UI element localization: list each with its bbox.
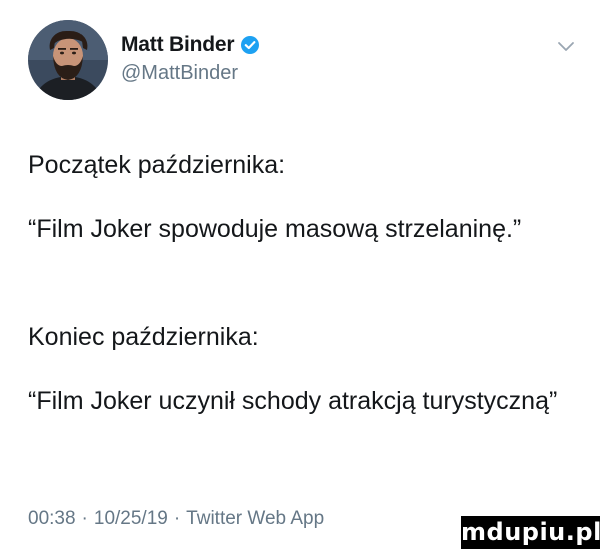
author-handle[interactable]: @MattBinder (121, 62, 238, 85)
meta-separator: · (173, 508, 181, 529)
author-name-row[interactable]: Matt Binder (121, 32, 260, 58)
tweet-date[interactable]: 10/25/19 (94, 508, 168, 529)
avatar-image (28, 20, 108, 100)
tweet-card: Matt Binder @MattBinder Początek paździe… (0, 0, 600, 549)
tweet-time[interactable]: 00:38 (28, 508, 76, 529)
meta-separator: · (81, 508, 88, 529)
author-display-name[interactable]: Matt Binder (121, 33, 235, 57)
chevron-down-icon[interactable] (557, 40, 575, 52)
avatar[interactable] (28, 20, 108, 100)
tweet-metadata: 00:38 · 10/25/19 · Twitter Web App (28, 508, 324, 530)
tweet-text-line-2: “Film Joker spowoduje masową strzelaninę… (28, 215, 522, 243)
tweet-text-line-4: “Film Joker uczynił schody atrakcją tury… (28, 387, 558, 415)
site-watermark: mdupiu.pl (461, 516, 600, 549)
tweet-text-line-1: Początek października: (28, 151, 286, 179)
tweet-source-app[interactable]: Twitter Web App (186, 508, 324, 529)
tweet-text-line-3: Koniec października: (28, 323, 259, 351)
verified-badge-icon (240, 35, 260, 55)
